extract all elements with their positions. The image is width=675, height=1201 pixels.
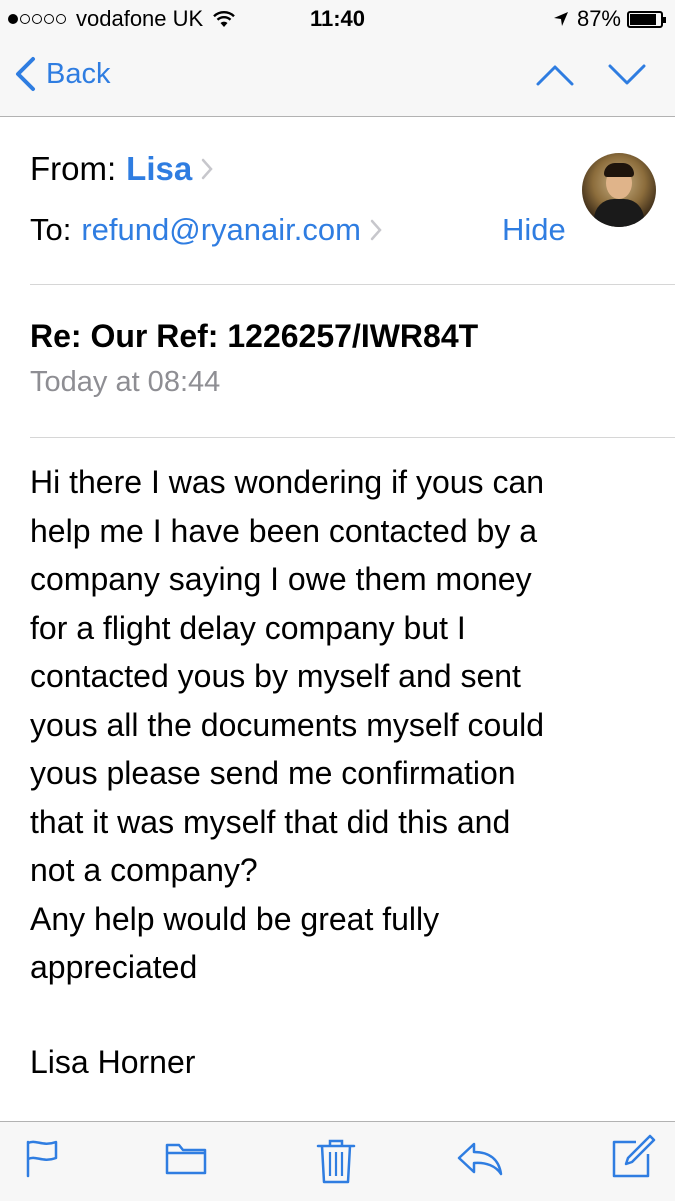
to-row[interactable]: To: refund@ryanair.com — [30, 212, 383, 248]
back-label: Back — [46, 57, 111, 90]
divider — [30, 437, 675, 438]
body-line: contacted yous by myself and sent — [30, 658, 521, 694]
chevron-up-icon[interactable] — [535, 62, 575, 88]
body-line: yous please send me confirmation — [30, 755, 516, 791]
recipient-address[interactable]: refund@ryanair.com — [81, 212, 361, 248]
from-label: From: — [30, 150, 117, 187]
body-line: Hi there I was wondering if yous can — [30, 464, 545, 500]
compose-icon[interactable] — [610, 1134, 656, 1180]
back-button[interactable]: Back — [14, 56, 110, 92]
hide-details-button[interactable]: Hide — [502, 212, 566, 248]
sender-avatar[interactable] — [582, 153, 656, 227]
body-line: not a company? — [30, 852, 258, 888]
chevron-down-icon[interactable] — [607, 62, 647, 88]
flag-icon[interactable] — [24, 1138, 60, 1178]
body-line: for a flight delay company but I — [30, 609, 466, 646]
to-label: To: — [30, 212, 72, 247]
location-arrow-icon — [553, 12, 568, 26]
sender-name[interactable]: Lisa — [126, 150, 192, 188]
trash-icon[interactable] — [316, 1138, 356, 1184]
reply-icon[interactable] — [456, 1138, 504, 1178]
body-line: that it was myself that did this and — [30, 803, 511, 840]
body-line: yous all the documents myself could — [30, 706, 545, 743]
bottom-toolbar — [0, 1121, 675, 1201]
chevron-right-icon — [201, 158, 213, 180]
battery-icon — [627, 10, 666, 28]
chevron-right-icon — [370, 219, 382, 241]
battery-percent: 87% — [576, 6, 621, 31]
divider — [30, 284, 675, 285]
status-right: 87% — [553, 6, 666, 32]
body-line: Any help would be great fully — [30, 900, 440, 937]
status-bar: vodafone UK 11:40 87% — [0, 0, 675, 38]
body-line: company saying I owe them money — [30, 561, 532, 597]
from-row[interactable]: From: Lisa — [30, 150, 214, 188]
chevron-left-icon — [16, 57, 35, 91]
signature: Lisa Horner — [30, 1044, 196, 1080]
message-date: Today at 08:44 — [30, 366, 221, 398]
navigation-bar: Back — [0, 38, 675, 117]
message-body: Hi there I was wondering if yous can hel… — [30, 458, 660, 992]
body-line: help me I have been contacted by a — [30, 512, 538, 549]
message-subject: Re: Our Ref: 1226257/IWR84T — [30, 318, 479, 354]
body-line: appreciated — [30, 949, 198, 985]
folder-icon[interactable] — [164, 1138, 208, 1178]
